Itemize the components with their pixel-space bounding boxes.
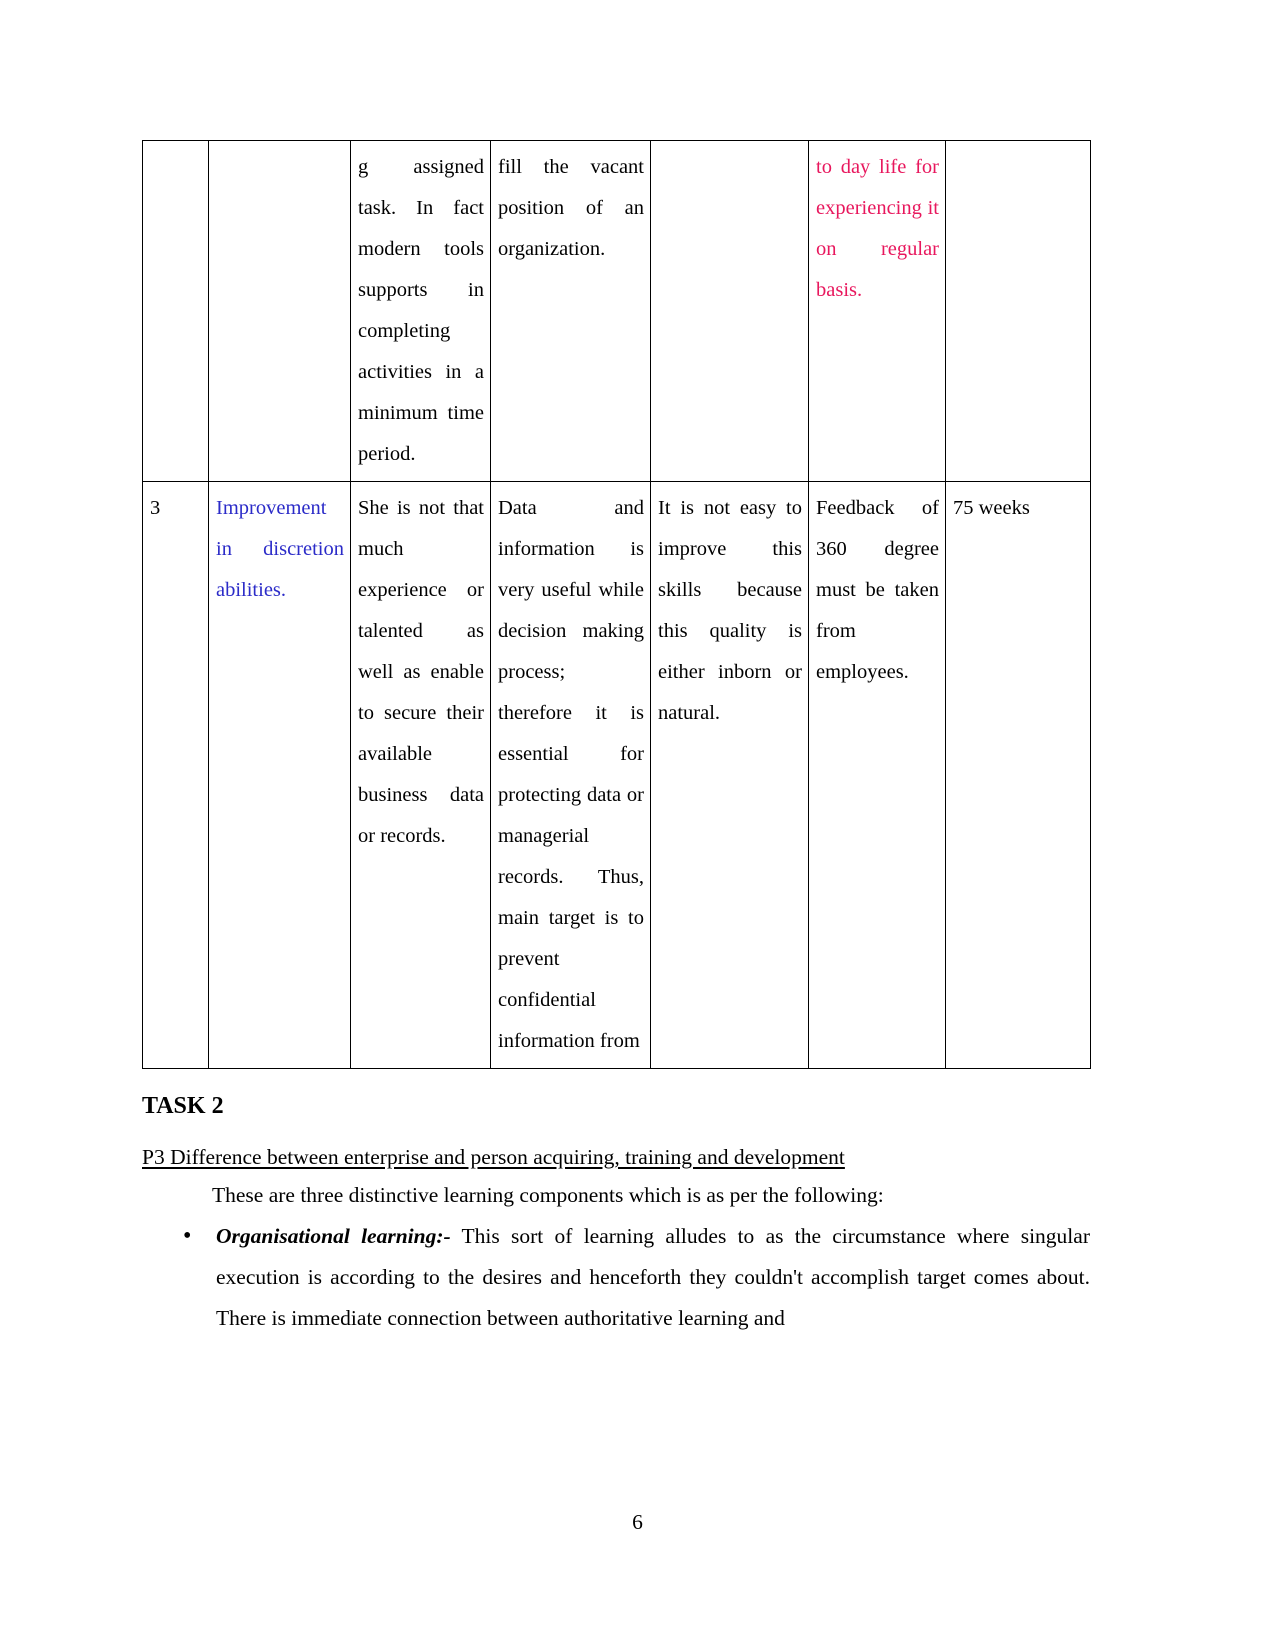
requirements-table: g assigned task. In fact modern tools su… <box>142 140 1091 1069</box>
document-page: g assigned task. In fact modern tools su… <box>0 0 1275 1650</box>
intro-paragraph: These are three distinctive learning com… <box>212 1183 884 1208</box>
bullet-icon: • <box>183 1223 192 1250</box>
table-cell-development: It is not easy to improve this skills be… <box>650 481 809 1069</box>
table-cell-development <box>650 140 809 482</box>
table-cell-serial <box>142 140 209 482</box>
table-cell-timescale: 75 weeks <box>945 481 1091 1069</box>
table-cell-current-skill: She is not that much experience or talen… <box>350 481 491 1069</box>
table-cell-timescale <box>945 140 1091 482</box>
table-cell-target-skill: fill the vacant position of an organizat… <box>490 140 651 482</box>
table-row: 3 Improvement in discretion abilities. S… <box>142 481 1091 1069</box>
list-item: • Organisational learning:- This sort of … <box>183 1216 1090 1339</box>
table-cell-target-skill: Data and information is very useful whil… <box>490 481 651 1069</box>
task-heading: TASK 2 <box>142 1093 224 1119</box>
table-cell-criteria: to day life for experiencing it on regul… <box>808 140 946 482</box>
table-row: g assigned task. In fact modern tools su… <box>142 140 1091 482</box>
list-item-term: Organisational learning:- <box>216 1224 451 1249</box>
table-cell-criteria: Feedback of 360 degree must be taken fro… <box>808 481 946 1069</box>
table-cell-serial: 3 <box>142 481 209 1069</box>
learning-components-list: • Organisational learning:- This sort of … <box>142 1216 1090 1339</box>
table-cell-area <box>208 140 351 482</box>
table-cell-area: Improvement in discretion abilities. <box>208 481 351 1069</box>
page-number: 6 <box>632 1510 643 1534</box>
table-cell-current-skill: g assigned task. In fact modern tools su… <box>350 140 491 482</box>
p3-section-heading: P3 Difference between enterprise and per… <box>142 1144 845 1169</box>
